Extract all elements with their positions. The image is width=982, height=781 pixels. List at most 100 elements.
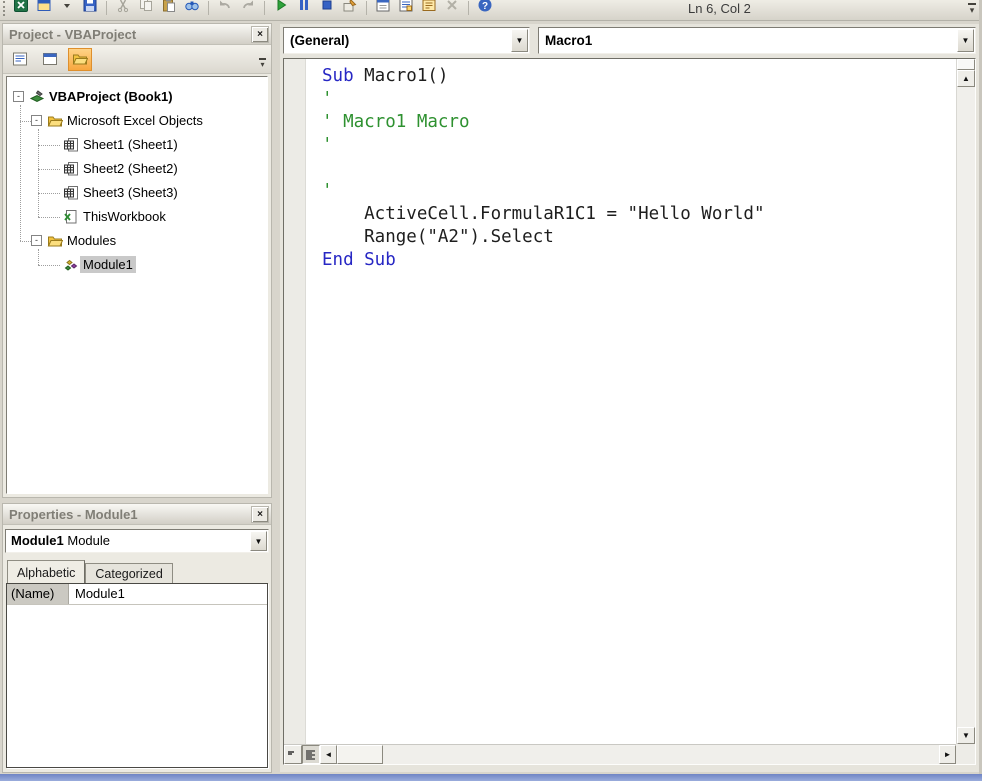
toolbar-separator bbox=[264, 1, 265, 15]
redo-icon[interactable] bbox=[239, 0, 257, 18]
tree-item-modules[interactable]: -Modules bbox=[7, 229, 267, 253]
close-icon[interactable]: × bbox=[252, 507, 268, 522]
code-line[interactable]: ' bbox=[322, 88, 956, 111]
project-toolbar: ▾ bbox=[3, 45, 271, 74]
object-dropdown-value: (General) bbox=[290, 33, 349, 48]
break-icon[interactable] bbox=[295, 0, 313, 18]
view-microsoft-excel-icon[interactable] bbox=[12, 0, 30, 18]
tree-item-label: Sheet2 (Sheet2) bbox=[80, 160, 181, 177]
collapse-icon[interactable]: - bbox=[31, 115, 42, 126]
module-icon bbox=[63, 257, 79, 273]
undo-icon[interactable] bbox=[216, 0, 234, 18]
horizontal-scroll-thumb[interactable] bbox=[337, 745, 383, 764]
help-icon[interactable]: ? bbox=[476, 0, 494, 18]
code-line[interactable]: ' bbox=[322, 180, 956, 203]
tree-connector-line bbox=[38, 249, 39, 265]
tree-connector-line bbox=[38, 169, 60, 170]
object-selector[interactable]: Module1 Module ▼ bbox=[5, 529, 269, 553]
view-object-button[interactable] bbox=[38, 48, 62, 71]
save-icon[interactable] bbox=[81, 0, 99, 18]
tree-item-label: Microsoft Excel Objects bbox=[64, 112, 206, 129]
paste-icon[interactable] bbox=[160, 0, 178, 18]
run-macro-icon[interactable] bbox=[272, 0, 290, 18]
tree-connector-line bbox=[20, 105, 21, 241]
tree-item-label: VBAProject (Book1) bbox=[46, 88, 176, 105]
svg-text:?: ? bbox=[482, 1, 488, 12]
toolbox-disabled-icon[interactable] bbox=[443, 0, 461, 18]
code-line[interactable]: ' bbox=[322, 134, 956, 157]
code-line[interactable]: Range("A2").Select bbox=[322, 226, 956, 249]
scroll-down-icon[interactable]: ▼ bbox=[957, 727, 975, 744]
tree-item-label: Module1 bbox=[80, 256, 136, 273]
code-token-plain: Range("A2").Select bbox=[322, 227, 554, 247]
editor-bottom-bar: ◄ ► bbox=[284, 744, 956, 764]
tree-connector-line bbox=[38, 145, 60, 146]
properties-window-icon[interactable] bbox=[397, 0, 415, 18]
project-panel-title: Project - VBAProject bbox=[9, 27, 136, 42]
code-line[interactable] bbox=[322, 157, 956, 180]
selected-object-type: Module bbox=[67, 533, 110, 548]
design-mode-icon[interactable] bbox=[341, 0, 359, 18]
horizontal-scroll-track[interactable] bbox=[383, 745, 939, 764]
project-tree: -VBAProject (Book1)-Microsoft Excel Obje… bbox=[6, 76, 268, 494]
scroll-right-icon[interactable]: ► bbox=[939, 745, 956, 764]
copy-icon[interactable] bbox=[137, 0, 155, 18]
split-handle[interactable] bbox=[957, 59, 975, 70]
code-margin bbox=[284, 59, 306, 744]
folder-icon bbox=[47, 113, 63, 129]
full-module-view-icon bbox=[305, 749, 317, 761]
standard-toolbar: ? Ln 6, Col 2 ▾ bbox=[0, 0, 982, 21]
full-module-view-button[interactable] bbox=[302, 745, 320, 764]
project-explorer-icon[interactable] bbox=[374, 0, 392, 18]
object-browser-icon[interactable] bbox=[420, 0, 438, 18]
reset-icon[interactable] bbox=[318, 0, 336, 18]
toolbar-separator bbox=[366, 1, 367, 15]
properties-grid: (Name) Module1 bbox=[6, 583, 268, 768]
code-line[interactable]: ' Macro1 Macro bbox=[322, 111, 956, 134]
tree-item-vbaproject-book1[interactable]: - VBAProject (Book1) bbox=[7, 85, 267, 109]
toggle-folders-button[interactable] bbox=[68, 48, 92, 71]
procedure-dropdown[interactable]: Macro1 ▼ bbox=[538, 27, 976, 54]
code-line[interactable]: ActiveCell.FormulaR1C1 = "Hello World" bbox=[322, 203, 956, 226]
tab-categorized[interactable]: Categorized bbox=[85, 563, 172, 583]
toolbar-grip bbox=[3, 1, 7, 16]
code-editor-frame: Sub Macro1()'' Macro1 Macro' ' ActiveCel… bbox=[283, 58, 976, 765]
collapse-icon[interactable]: - bbox=[13, 91, 24, 102]
cut-icon[interactable] bbox=[114, 0, 132, 18]
horizontal-scrollbar[interactable]: ◄ ► bbox=[320, 745, 956, 764]
chevron-down-icon[interactable]: ▼ bbox=[250, 531, 267, 551]
workbook-icon bbox=[63, 209, 79, 225]
code-window: (General) ▼ Macro1 ▼ Sub Macro1()'' Macr… bbox=[280, 24, 979, 772]
chevron-down-icon[interactable]: ▼ bbox=[511, 29, 528, 52]
procedure-view-icon bbox=[287, 749, 299, 761]
toolbar-separator bbox=[468, 1, 469, 15]
toolbar-options-icon[interactable]: ▾ bbox=[965, 0, 979, 20]
insert-userform-icon[interactable] bbox=[35, 0, 53, 18]
folder-icon bbox=[47, 233, 63, 249]
project-panel-titlebar: Project - VBAProject × bbox=[3, 24, 271, 45]
object-dropdown[interactable]: (General) ▼ bbox=[283, 27, 530, 54]
tree-item-microsoft-excel-objects[interactable]: - Microsoft Excel Objects bbox=[7, 109, 267, 133]
chevron-down-icon[interactable]: ▼ bbox=[957, 29, 974, 52]
code-line[interactable]: Sub Macro1() bbox=[322, 65, 956, 88]
code-line[interactable]: End Sub bbox=[322, 249, 956, 272]
vertical-scroll-track[interactable] bbox=[957, 87, 975, 727]
view-code-button[interactable] bbox=[8, 48, 32, 71]
line-col-indicator: Ln 6, Col 2 bbox=[688, 1, 751, 16]
property-value[interactable]: Module1 bbox=[69, 584, 267, 604]
properties-tabs: Alphabetic Categorized bbox=[7, 559, 173, 583]
find-icon[interactable] bbox=[183, 0, 201, 18]
tab-alphabetic[interactable]: Alphabetic bbox=[7, 560, 85, 583]
close-icon[interactable]: × bbox=[252, 27, 268, 42]
collapse-icon[interactable]: - bbox=[31, 235, 42, 246]
scroll-up-icon[interactable]: ▲ bbox=[957, 70, 975, 87]
code-editor[interactable]: Sub Macro1()'' Macro1 Macro' ' ActiveCel… bbox=[306, 59, 956, 744]
code-token-comment: ' bbox=[322, 181, 333, 201]
insert-dropdown-caret-icon[interactable] bbox=[58, 0, 76, 18]
procedure-dropdown-value: Macro1 bbox=[545, 33, 592, 48]
code-token-plain: ActiveCell.FormulaR1C1 = "Hello World" bbox=[322, 204, 765, 224]
vertical-scrollbar[interactable]: ▲ ▼ bbox=[956, 59, 975, 744]
procedure-view-button[interactable] bbox=[284, 745, 302, 764]
scroll-left-icon[interactable]: ◄ bbox=[320, 745, 337, 764]
panel-options-icon[interactable]: ▾ bbox=[256, 56, 269, 71]
